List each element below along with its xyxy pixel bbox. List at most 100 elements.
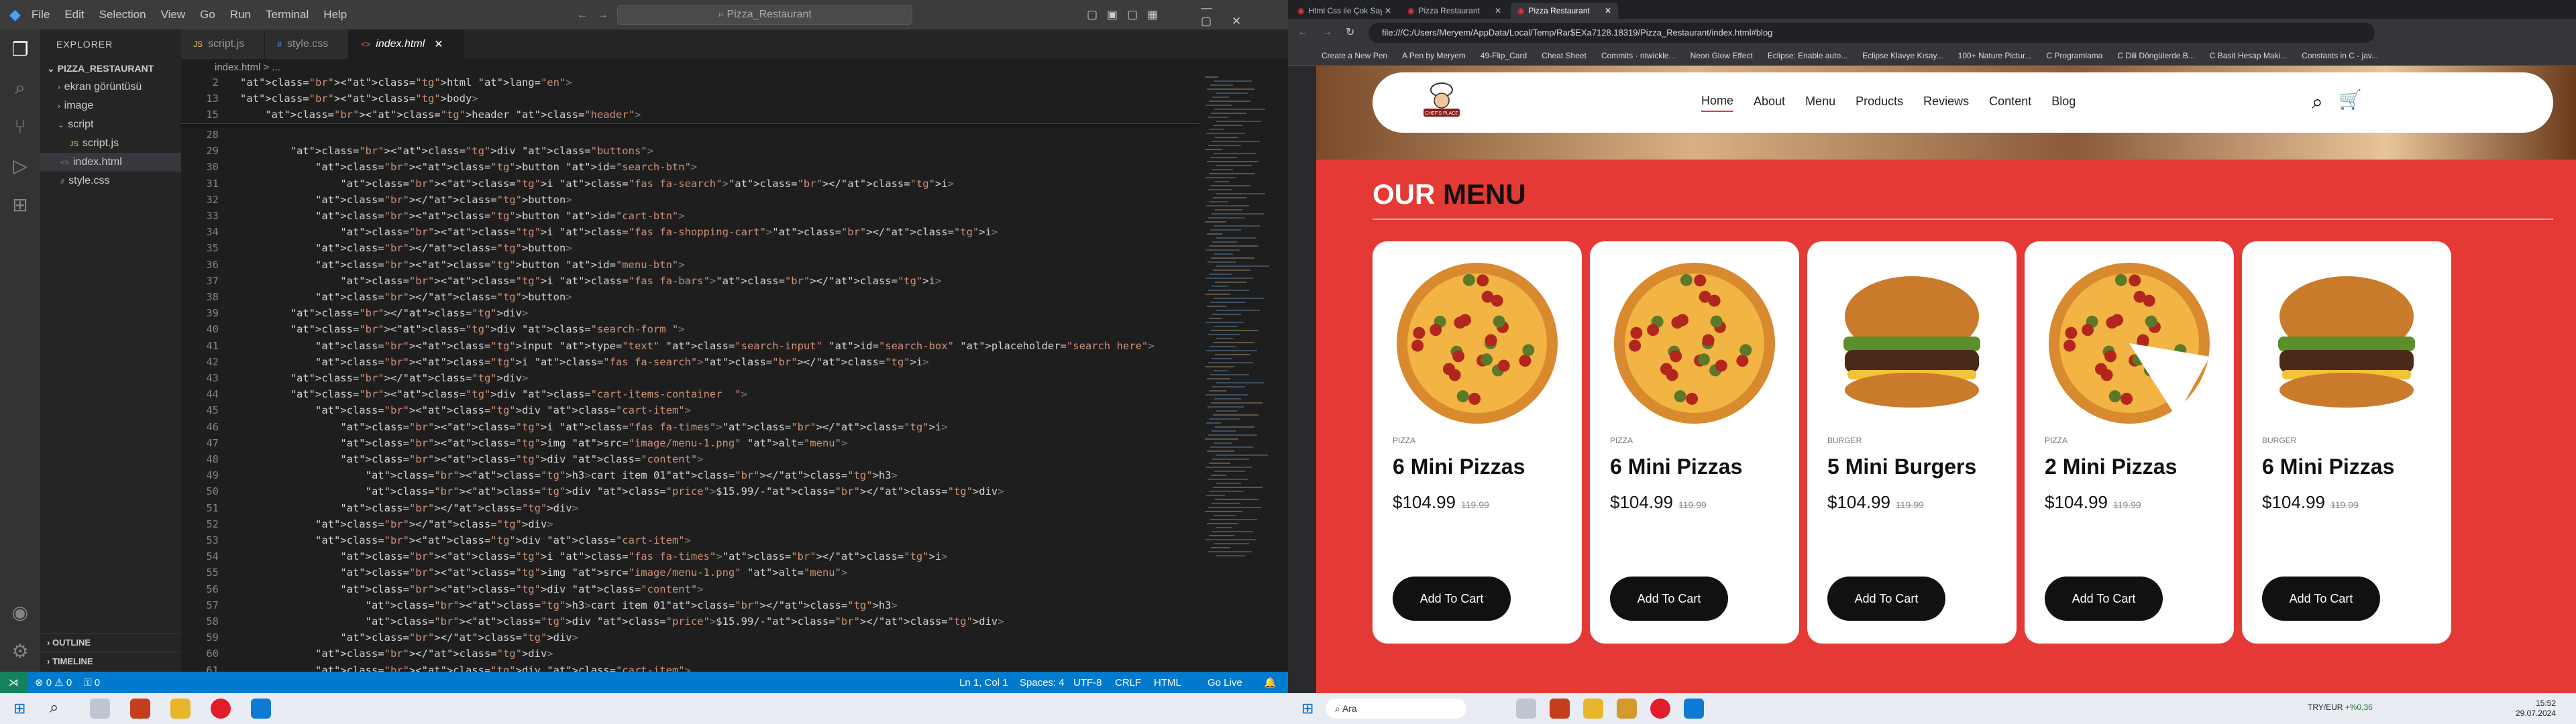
extensions-icon[interactable]: ⊞ [0, 185, 40, 224]
code-line[interactable]: "at">class="br"><"at">class="tg">i "at">… [240, 421, 947, 433]
source-control-icon[interactable]: ⑂ [0, 107, 40, 146]
browser-tab-close-icon[interactable]: ✕ [1385, 6, 1391, 15]
breadcrumb[interactable]: index.html > ... [181, 59, 1288, 76]
address-bar[interactable]: file:///C:/Users/Meryem/AppData/Local/Te… [1368, 23, 2375, 43]
bookmark-item[interactable]: C Dili Döngülerde B... [2117, 51, 2194, 60]
menu-selection[interactable]: Selection [99, 8, 146, 21]
outline-panel[interactable]: › OUTLINE [40, 633, 181, 652]
forward-icon[interactable]: → [1322, 26, 1332, 38]
code-line[interactable]: "at">class="br"></"at">class="tg">button… [240, 291, 572, 303]
code-line[interactable]: "at">class="br"><"at">class="tg">i "at">… [240, 226, 998, 238]
opera-icon-2[interactable] [1650, 699, 1670, 719]
currency-widget[interactable]: TRY/EUR +%0,36 [2308, 703, 2373, 712]
code-line[interactable]: "at">class="br"><"at">class="tg">img "at… [240, 437, 847, 449]
settings-gear-icon[interactable]: ⚙ [0, 631, 40, 670]
window-controls[interactable]: —▢✕ [1201, 1, 1288, 28]
tree-item[interactable]: › ekran görüntüsü [40, 78, 181, 97]
bookmark-item[interactable]: Neon Glow Effect [1690, 51, 1753, 60]
code-line[interactable]: "at">class="br"></"at">class="tg">button… [240, 242, 572, 254]
explorer-icon[interactable]: ❐ [0, 29, 40, 68]
opera-icon[interactable] [211, 699, 231, 719]
nav-link-menu[interactable]: Menu [1805, 95, 1835, 111]
tree-item[interactable]: ⌄ script [40, 115, 181, 134]
bookmark-item[interactable]: C Basit Hesap Maki... [2210, 51, 2287, 60]
bookmark-item[interactable]: A Pen by Meryem [1402, 51, 1466, 60]
indentation[interactable]: Spaces: 4 [1020, 677, 1065, 688]
bookmark-item[interactable]: 100+ Nature Pictur... [1958, 51, 2032, 60]
code-line[interactable]: "at">class="br"><"at">class="tg">h3>cart… [240, 469, 898, 481]
tree-item[interactable]: JS script.js [40, 134, 181, 153]
code-line[interactable]: "at">class="br"><"at">class="tg">html "a… [240, 76, 572, 88]
tree-item[interactable]: <> index.html [40, 153, 181, 172]
menu-help[interactable]: Help [323, 8, 347, 21]
site-logo[interactable]: CHEF'S PLACE [1419, 80, 1464, 125]
language-mode[interactable]: HTML [1154, 677, 1181, 688]
menu-run[interactable]: Run [230, 8, 251, 21]
code-line[interactable]: "at">class="br"><"at">class="tg">i "at">… [240, 550, 947, 562]
editor-tab-script-js[interactable]: JS script.js [181, 29, 266, 59]
editor-tab-index-html[interactable]: <> index.html ✕ [349, 29, 464, 59]
ports-count[interactable]: ⚿ 0 [84, 677, 100, 688]
browser-tab-close-icon[interactable]: ✕ [1605, 6, 1611, 15]
menu-go[interactable]: Go [200, 8, 215, 21]
right-start-icon[interactable]: ⊞ [1301, 700, 1313, 717]
code-line[interactable]: "at">class="br"><"at">class="tg">div "at… [240, 615, 1004, 627]
tree-item[interactable]: › image [40, 97, 181, 115]
account-icon[interactable]: ◉ [0, 593, 40, 631]
taskbar-search-icon[interactable]: ⌕ [50, 699, 58, 717]
remote-indicator-icon[interactable]: ⋊ [0, 672, 27, 693]
folder-icon[interactable] [1617, 699, 1637, 719]
add-to-cart-button[interactable]: Add To Cart [1393, 577, 1511, 621]
bookmark-item[interactable]: Create a New Pen [1322, 51, 1387, 60]
add-to-cart-button[interactable]: Add To Cart [1610, 577, 1728, 621]
code-line[interactable]: "at">class="br"><"at">class="tg">div "at… [240, 534, 691, 546]
code-line[interactable]: "at">class="br"><"at">class="tg">body> [240, 93, 478, 105]
nav-link-blog[interactable]: Blog [2051, 95, 2076, 111]
nav-link-content[interactable]: Content [1989, 95, 2031, 111]
tree-item[interactable]: # style.css [40, 172, 181, 190]
nav-back-icon[interactable]: ← [577, 8, 588, 21]
browser-tab[interactable]: ◉Html Css ile Çok Sayfalı P... ✕ [1291, 3, 1398, 19]
vscode-taskbar-icon-2[interactable] [1684, 699, 1704, 719]
code-line[interactable]: "at">class="br"><"at">class="tg">div "at… [240, 323, 685, 335]
bookmark-item[interactable]: 49-Flip_Card [1481, 51, 1527, 60]
nav-link-about[interactable]: About [1754, 95, 1785, 111]
code-line[interactable]: "at">class="br"><"at">class="tg">h3>cart… [240, 599, 898, 611]
code-line[interactable]: "at">class="br"></"at">class="tg">div> [240, 648, 553, 660]
code-line[interactable]: "at">class="br"></"at">class="tg">div> [240, 631, 578, 644]
browser-tab[interactable]: ◉ Pizza Restaurant ✕ [1511, 3, 1618, 19]
minimap[interactable] [1201, 76, 1275, 672]
run-debug-icon[interactable]: ▷ [0, 146, 40, 185]
nav-forward-icon[interactable]: → [597, 8, 608, 21]
project-folder[interactable]: ⌄ PIZZA_RESTAURANT [40, 59, 181, 78]
site-search-icon[interactable]: ⌕ [2312, 91, 2323, 114]
bookmark-item[interactable]: Eclipse: Enable auto... [1768, 51, 1847, 60]
menu-view[interactable]: View [161, 8, 186, 21]
code-line[interactable]: "at">class="br"><"at">class="tg">div "at… [240, 485, 1004, 497]
code-line[interactable]: "at">class="br"><"at">class="tg">div "at… [240, 388, 747, 400]
menu-file[interactable]: File [32, 8, 50, 21]
editor-tab-style-css[interactable]: # style.css [265, 29, 350, 59]
bookmark-item[interactable]: C Programlama [2046, 51, 2102, 60]
reload-icon[interactable]: ↻ [1346, 25, 1354, 39]
code-editor[interactable]: 2 "at">class="br"><"at">class="tg">html "… [181, 76, 1201, 692]
code-line[interactable]: "at">class="br"><"at">class="tg">img "at… [240, 566, 847, 579]
code-line[interactable]: "at">class="br"><"at">class="tg">header … [240, 109, 641, 121]
search-icon[interactable]: ⌕ [0, 68, 40, 107]
add-to-cart-button[interactable]: Add To Cart [2262, 577, 2380, 621]
code-line[interactable]: "at">class="br"><"at">class="tg">i "at">… [240, 356, 929, 368]
powerpoint-icon[interactable] [130, 699, 150, 719]
taskbar-search-box[interactable]: ⌕ Ara [1326, 699, 1466, 719]
code-line[interactable]: "at">class="br"></"at">class="tg">div> [240, 518, 553, 530]
go-live-button[interactable]: Go Live [1208, 677, 1242, 688]
nav-link-home[interactable]: Home [1701, 94, 1734, 112]
task-view-icon[interactable] [90, 699, 110, 719]
problems-count[interactable]: ⊗ 0 ⚠ 0 [35, 676, 72, 688]
code-line[interactable]: "at">class="br"><"at">class="tg">i "at">… [240, 178, 954, 190]
code-line[interactable]: "at">class="br"></"at">class="tg">div> [240, 307, 529, 319]
code-line[interactable]: "at">class="br"></"at">class="tg">div> [240, 372, 529, 384]
browser-tab[interactable]: ◉ Pizza Restaurant ✕ [1401, 3, 1508, 19]
cursor-position[interactable]: Ln 1, Col 1 [959, 677, 1008, 688]
code-line[interactable]: "at">class="br"></"at">class="tg">button… [240, 194, 572, 206]
task-view-icon-2[interactable] [1516, 699, 1536, 719]
